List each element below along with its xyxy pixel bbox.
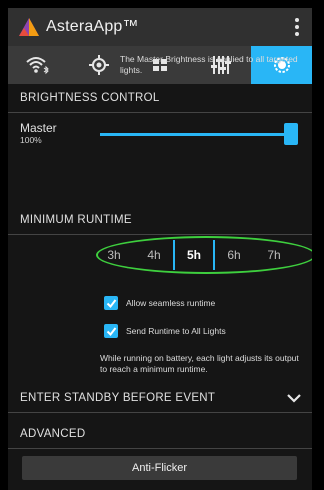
wifi-bluetooth-icon <box>26 57 50 75</box>
app-title: AsteraApp™ <box>46 18 139 35</box>
send-runtime-row[interactable]: Send Runtime to All Lights <box>104 324 226 338</box>
runtime-option-3h[interactable]: 3h <box>94 248 134 262</box>
allow-seamless-checkbox[interactable] <box>104 296 118 310</box>
allow-seamless-label: Allow seamless runtime <box>126 298 216 308</box>
chevron-down-icon[interactable] <box>284 388 304 408</box>
master-label: Master <box>20 121 57 135</box>
master-brightness-row: Master 100% <box>8 113 312 157</box>
runtime-selected-divider-left <box>173 240 175 270</box>
asteraapp-screen: AsteraApp™ BRIGHTNESS CONTROL Master 100… <box>8 8 312 490</box>
standby-header: ENTER STANDBY BEFORE EVENT <box>8 384 312 413</box>
brightness-control-header: BRIGHTNESS CONTROL <box>8 84 312 113</box>
allow-seamless-row[interactable]: Allow seamless runtime <box>104 296 215 310</box>
runtime-selector: 3h 4h 5h 6h 7h <box>94 238 312 272</box>
master-brightness-note: The Master Brightness is applied to all … <box>120 54 298 75</box>
runtime-option-7h[interactable]: 7h <box>254 248 294 262</box>
runtime-selected-divider-right <box>213 240 215 270</box>
anti-flicker-button[interactable]: Anti-Flicker <box>22 456 297 480</box>
standby-section-row[interactable]: ENTER STANDBY BEFORE EVENT <box>8 384 312 413</box>
checkmark-icon <box>106 298 116 308</box>
master-brightness-track[interactable] <box>100 133 290 136</box>
checkmark-icon <box>106 326 116 336</box>
advanced-header: ADVANCED <box>8 420 312 449</box>
send-runtime-checkbox[interactable] <box>104 324 118 338</box>
runtime-option-4h[interactable]: 4h <box>134 248 174 262</box>
astera-logo-icon <box>19 18 39 36</box>
send-runtime-label: Send Runtime to All Lights <box>126 326 226 336</box>
advanced-section-row: ADVANCED <box>8 420 312 449</box>
tab-connectivity[interactable] <box>8 46 69 84</box>
runtime-note: While running on battery, each light adj… <box>100 353 299 374</box>
app-bar: AsteraApp™ <box>8 8 312 46</box>
target-icon <box>89 55 110 75</box>
master-brightness-thumb[interactable] <box>284 123 298 145</box>
runtime-option-5h[interactable]: 5h <box>174 248 214 262</box>
minimum-runtime-header: MINIMUM RUNTIME <box>8 206 312 235</box>
runtime-option-6h[interactable]: 6h <box>214 248 254 262</box>
master-value: 100% <box>20 135 42 145</box>
overflow-menu-icon[interactable] <box>292 18 302 36</box>
